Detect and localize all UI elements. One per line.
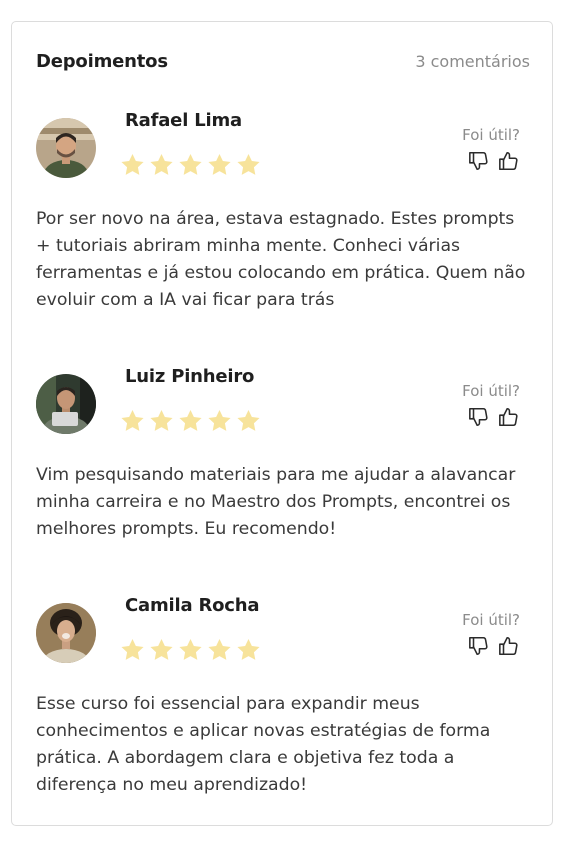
star-icon xyxy=(206,152,233,178)
star-rating xyxy=(119,152,262,178)
card-title: Depoimentos xyxy=(36,50,168,72)
reviewer-name: Rafael Lima xyxy=(125,110,242,131)
review-item: Rafael Lima Foi útil? Por ser novo na ár… xyxy=(12,110,552,338)
comment-count: 3 comentários xyxy=(415,51,530,71)
helpful-label: Foi útil? xyxy=(462,126,520,144)
testimonials-card: Depoimentos 3 comentários Rafael Lima Fo… xyxy=(11,21,553,826)
thumbs-down-icon[interactable] xyxy=(468,150,490,172)
card-header: Depoimentos 3 comentários xyxy=(36,48,530,74)
star-icon xyxy=(235,408,262,434)
avatar xyxy=(36,603,96,663)
helpful-label: Foi útil? xyxy=(462,382,520,400)
star-icon xyxy=(119,637,146,663)
star-icon xyxy=(148,408,175,434)
thumbs-up-icon[interactable] xyxy=(498,406,520,428)
review-item: Camila Rocha Foi útil? Esse curso foi es… xyxy=(12,595,552,823)
review-item: Luiz Pinheiro Foi útil? Vim pesquisando … xyxy=(12,366,552,594)
star-icon xyxy=(206,637,233,663)
star-icon xyxy=(235,152,262,178)
star-rating xyxy=(119,637,262,663)
thumbs-down-icon[interactable] xyxy=(468,406,490,428)
star-icon xyxy=(148,152,175,178)
star-icon xyxy=(235,637,262,663)
helpful-section: Foi útil? xyxy=(440,382,520,428)
avatar xyxy=(36,118,96,178)
star-icon xyxy=(119,408,146,434)
star-rating xyxy=(119,408,262,434)
review-text: Esse curso foi essencial para expandir m… xyxy=(36,694,491,795)
star-icon xyxy=(119,152,146,178)
vote-buttons xyxy=(440,635,520,657)
thumbs-up-icon[interactable] xyxy=(498,635,520,657)
thumbs-up-icon[interactable] xyxy=(498,150,520,172)
avatar xyxy=(36,374,96,434)
star-icon xyxy=(177,637,204,663)
vote-buttons xyxy=(440,150,520,172)
reviewer-name: Camila Rocha xyxy=(125,595,260,616)
thumbs-down-icon[interactable] xyxy=(468,635,490,657)
star-icon xyxy=(177,408,204,434)
star-icon xyxy=(206,408,233,434)
helpful-label: Foi útil? xyxy=(462,611,520,629)
review-text: Por ser novo na área, estava estagnado. … xyxy=(36,209,526,310)
vote-buttons xyxy=(440,406,520,428)
helpful-section: Foi útil? xyxy=(440,611,520,657)
helpful-section: Foi útil? xyxy=(440,126,520,172)
star-icon xyxy=(177,152,204,178)
reviewer-name: Luiz Pinheiro xyxy=(125,366,255,387)
review-text: Vim pesquisando materiais para me ajudar… xyxy=(36,465,516,539)
star-icon xyxy=(148,637,175,663)
